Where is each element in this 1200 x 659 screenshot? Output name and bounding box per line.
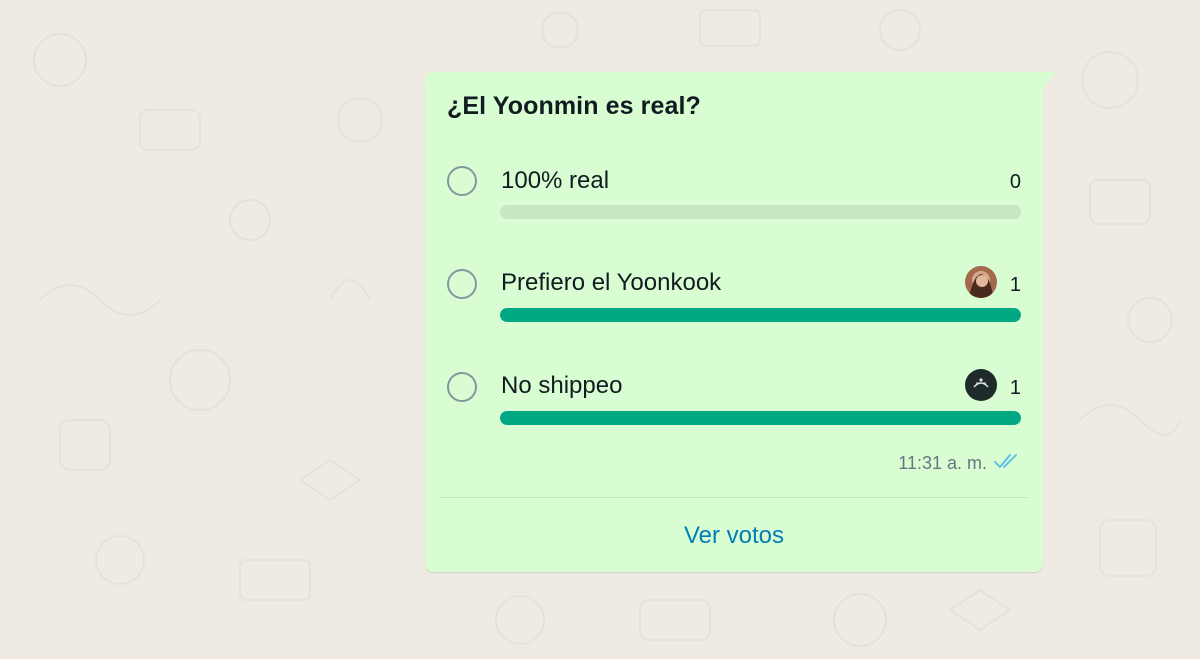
message-timestamp: 11:31 a. m. xyxy=(898,452,987,473)
poll-option-label: 100% real xyxy=(501,167,610,194)
poll-option-progress-bar xyxy=(500,205,1021,219)
double-check-icon xyxy=(993,452,1021,475)
view-votes-button[interactable]: Ver votos xyxy=(425,522,1043,550)
poll-option-label: No shippeo xyxy=(501,372,623,399)
message-meta: 11:31 a. m. xyxy=(898,452,1021,474)
poll-option-progress-bar xyxy=(500,411,1021,425)
voter-avatar[interactable] xyxy=(965,369,997,401)
radio-unchecked-icon[interactable] xyxy=(447,372,477,402)
poll-option-vote-count: 1 xyxy=(1009,274,1021,296)
poll-option-progress-bar xyxy=(500,308,1021,322)
radio-unchecked-icon[interactable] xyxy=(447,166,477,196)
bubble-divider xyxy=(439,497,1029,498)
poll-option-progress-fill xyxy=(500,308,1021,322)
poll-message-bubble: ¿El Yoonmin es real? 100% real 0 Prefier… xyxy=(425,72,1043,572)
poll-option-label: Prefiero el Yoonkook xyxy=(501,269,722,296)
poll-option-vote-count: 1 xyxy=(1009,377,1021,399)
voter-avatar[interactable] xyxy=(965,266,997,298)
poll-option-3[interactable]: No shippeo 1 xyxy=(425,72,1043,425)
poll-option-progress-fill xyxy=(500,411,1021,425)
bubble-tail xyxy=(1040,72,1056,88)
radio-unchecked-icon[interactable] xyxy=(447,269,477,299)
poll-option-vote-count: 0 xyxy=(1009,171,1021,193)
